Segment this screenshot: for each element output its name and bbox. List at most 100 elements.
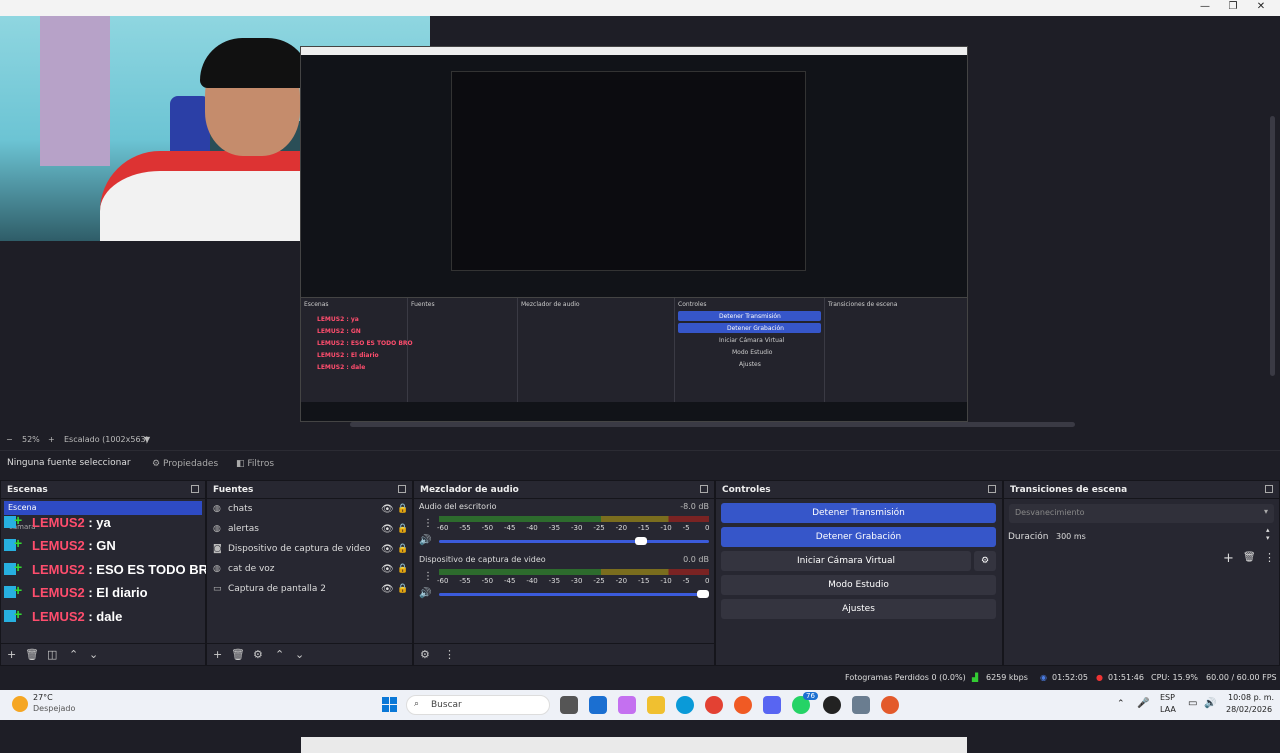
close-icon[interactable]: ✕ [1246, 0, 1276, 16]
duration-input[interactable]: 300 ms [1052, 528, 1267, 545]
controls-title: Controles [722, 485, 771, 495]
move-down-icon[interactable]: ⌄ [89, 649, 98, 660]
transition-menu-icon[interactable]: ⋮ [1264, 551, 1275, 564]
source-item[interactable]: ◙ Dispositivo de captura de video 👁 🔒 [213, 544, 408, 564]
network-icon[interactable]: ▭ [1188, 698, 1197, 709]
lock-icon[interactable]: 🔒 [397, 544, 408, 554]
remove-transition-icon[interactable]: 🗑 [1243, 552, 1256, 563]
stop-recording-button[interactable]: Detener Grabación [721, 527, 996, 547]
windows-start-icon[interactable] [382, 697, 398, 713]
copilot-icon[interactable] [618, 696, 636, 714]
settings-app-icon[interactable] [852, 696, 870, 714]
microphone-icon[interactable]: 🎤 [1137, 698, 1149, 709]
source-item[interactable]: ▭ Captura de pantalla 2 👁 🔒 [213, 584, 408, 604]
eye-icon[interactable]: 👁 [381, 524, 394, 535]
scene-item[interactable]: LEMUS2 : dale [4, 606, 204, 631]
volume-knob[interactable] [697, 590, 709, 598]
nested-panel-title: Controles [678, 301, 707, 308]
move-down-icon[interactable]: ⌄ [295, 649, 304, 660]
preview-horizontal-scrollbar[interactable] [350, 422, 1075, 427]
advanced-audio-icon[interactable]: ⚙ [420, 649, 430, 660]
scene-item[interactable]: LEMUS2 : GN [4, 535, 204, 560]
zoom-in-button[interactable]: + [48, 435, 55, 444]
language-bottom[interactable]: LAA [1160, 705, 1176, 714]
settings-button[interactable]: Ajustes [721, 599, 996, 619]
scene-item[interactable]: LEMUS2 : ya [4, 512, 204, 537]
add-scene-icon[interactable]: + [7, 649, 16, 660]
language-top[interactable]: ESP [1160, 693, 1175, 702]
store-icon[interactable] [589, 696, 607, 714]
scene-item[interactable]: LEMUS2 : El diario [4, 582, 204, 607]
source-item[interactable]: ◍ alertas 👁 🔒 [213, 524, 408, 544]
undock-icon[interactable] [398, 485, 406, 493]
volume-knob[interactable] [635, 537, 648, 545]
clock-time[interactable]: 10:08 p. m. [1228, 693, 1274, 702]
file-explorer-icon[interactable] [647, 696, 665, 714]
move-up-icon[interactable]: ⌃ [275, 649, 284, 660]
volume-slider[interactable] [439, 537, 709, 545]
start-virtual-camera-button[interactable]: Iniciar Cámara Virtual [721, 551, 971, 571]
edge-icon[interactable] [676, 696, 694, 714]
lock-icon[interactable]: 🔒 [397, 584, 408, 594]
lock-icon[interactable]: 🔒 [397, 504, 408, 514]
scenes-dock: Escenas Escena cámara LEMUS2 : ya LEMUS2… [0, 480, 218, 666]
volume-icon[interactable]: 🔊 [1204, 698, 1216, 709]
move-up-icon[interactable]: ⌃ [69, 649, 78, 660]
meter-tick-label: -50 [481, 524, 494, 532]
volume-slider[interactable] [439, 590, 709, 598]
transition-select[interactable]: Desvanecimiento ▾ [1009, 504, 1274, 523]
tray-chevron-icon[interactable]: ⌃ [1117, 699, 1125, 709]
preview-vertical-scrollbar[interactable] [1270, 116, 1275, 376]
maximize-icon[interactable]: ❐ [1218, 0, 1248, 16]
clock-date[interactable]: 28/02/2026 [1226, 705, 1272, 714]
remove-scene-icon[interactable]: 🗑 [25, 649, 39, 660]
eye-icon[interactable]: 👁 [381, 504, 394, 515]
lock-icon[interactable]: 🔒 [397, 524, 408, 534]
scene-filters-icon[interactable]: ◫ [47, 649, 57, 660]
add-source-icon[interactable]: + [213, 649, 222, 660]
discord-icon[interactable] [763, 696, 781, 714]
eye-icon[interactable]: 👁 [381, 584, 394, 595]
zoom-out-button[interactable]: − [6, 435, 13, 444]
virtual-camera-settings-icon[interactable]: ⚙ [974, 551, 996, 571]
speaker-icon[interactable]: 🔊 [419, 535, 431, 546]
nested-control-label: Iniciar Cámara Virtual [719, 337, 785, 344]
channel-menu-icon[interactable]: ⋮ [423, 518, 433, 529]
preview-canvas[interactable]: Escenas LEMUS2 : ya LEMUS2 : GN LEMUS2 :… [0, 16, 1280, 753]
properties-button[interactable]: ⚙ Propiedades [146, 456, 224, 473]
level-meter [439, 569, 709, 575]
remove-source-icon[interactable]: 🗑 [231, 649, 245, 660]
undock-icon[interactable] [700, 485, 708, 493]
undock-icon[interactable] [1265, 485, 1273, 493]
chrome-icon[interactable] [705, 696, 723, 714]
eye-icon[interactable]: 👁 [381, 544, 394, 555]
app-icon[interactable] [881, 696, 899, 714]
lock-icon[interactable]: 🔒 [397, 564, 408, 574]
task-view-icon[interactable] [560, 696, 578, 714]
speaker-icon[interactable]: 🔊 [419, 588, 431, 599]
meter-tick-label: -50 [481, 577, 494, 585]
obs-icon[interactable] [823, 696, 841, 714]
studio-mode-button[interactable]: Modo Estudio [721, 575, 996, 595]
undock-icon[interactable] [988, 485, 996, 493]
brave-icon[interactable] [734, 696, 752, 714]
duration-stepper-icon[interactable]: ▴ ▾ [1266, 526, 1270, 542]
source-item[interactable]: ◍ cat de voz 👁 🔒 [213, 564, 408, 584]
scene-item-selected[interactable]: Escena [4, 501, 202, 515]
undock-icon[interactable] [191, 485, 199, 493]
source-item[interactable]: ◍ chats 👁 🔒 [213, 504, 408, 524]
scale-dropdown-icon[interactable]: ▼ [144, 435, 150, 444]
taskbar-search-input[interactable]: ⌕ Buscar [406, 695, 550, 715]
meter-tick-label: -60 [437, 577, 449, 585]
minimize-icon[interactable]: — [1190, 0, 1220, 16]
eye-icon[interactable]: 👁 [381, 564, 394, 575]
channel-name: Dispositivo de captura de video [419, 555, 546, 564]
mixer-menu-icon[interactable]: ⋮ [444, 649, 455, 660]
add-transition-icon[interactable]: + [1223, 551, 1234, 566]
stop-streaming-button[interactable]: Detener Transmisión [721, 503, 996, 523]
channel-menu-icon[interactable]: ⋮ [423, 571, 433, 582]
filters-button[interactable]: ◧ Filtros [230, 456, 280, 473]
weather-icon[interactable] [12, 696, 28, 712]
scene-item[interactable]: LEMUS2 : ESO ES TODO BRO [4, 559, 218, 584]
source-settings-icon[interactable]: ⚙ [253, 649, 263, 660]
